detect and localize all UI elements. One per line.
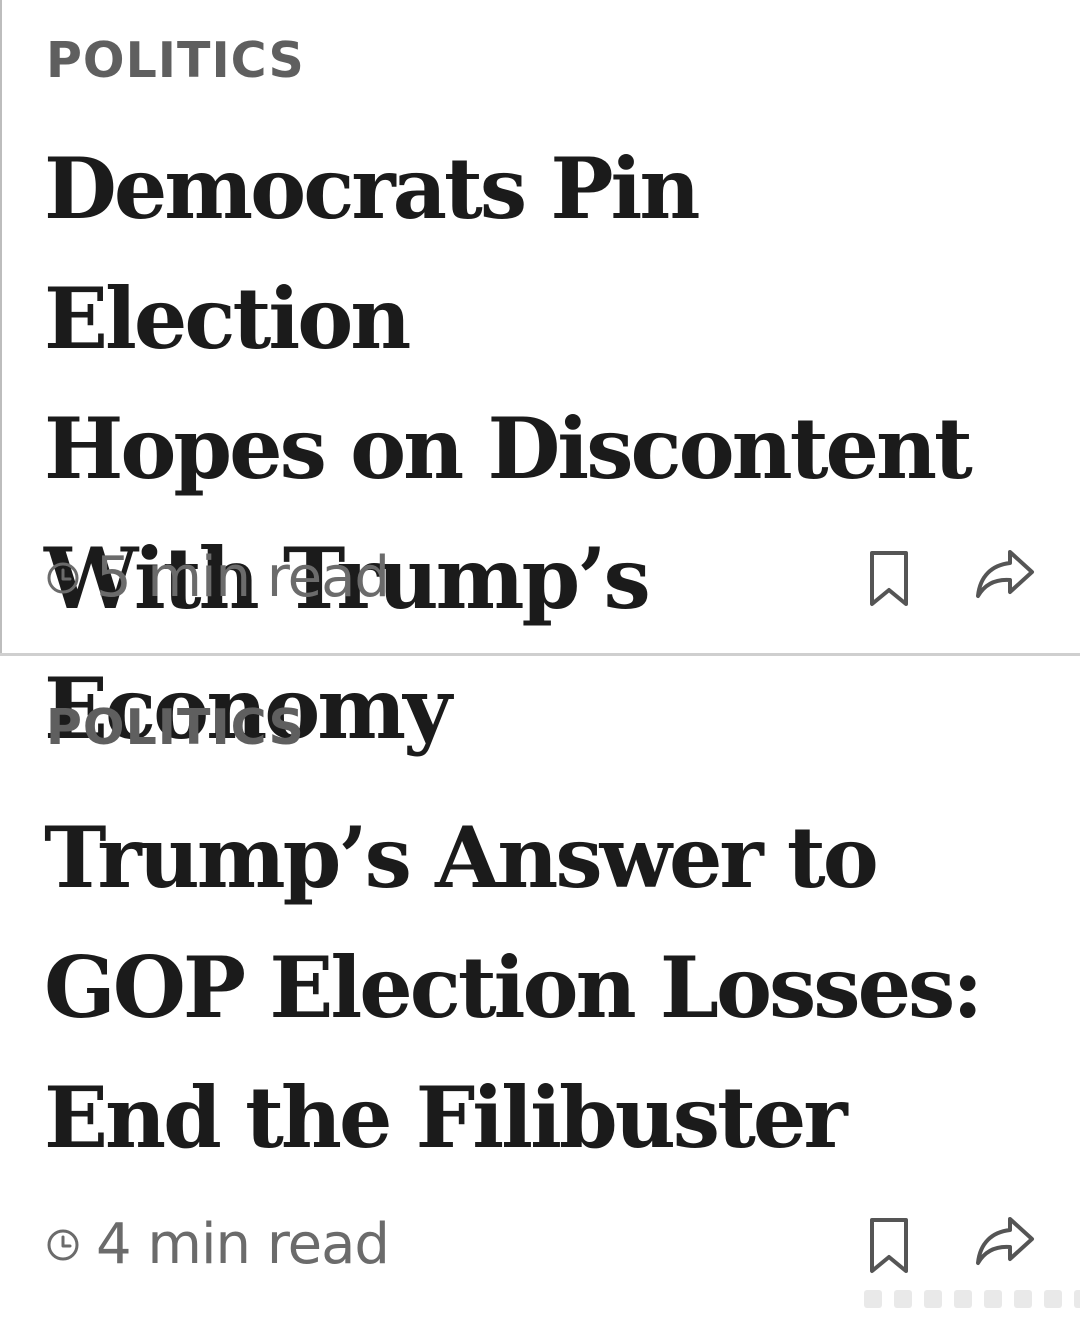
read-time-text: 5 min read xyxy=(96,545,390,610)
watermark xyxy=(864,1290,1080,1308)
bookmark-button[interactable] xyxy=(864,1215,914,1277)
section-label[interactable]: POLITICS xyxy=(46,703,305,752)
headline[interactable]: Trump’s Answer to GOP Election Losses: E… xyxy=(44,793,1054,1183)
watermark-mark xyxy=(864,1290,882,1308)
article-card[interactable]: POLITICS Democrats Pin Election Hopes on… xyxy=(0,0,1080,758)
clock-icon xyxy=(46,1228,80,1262)
clock-icon xyxy=(46,561,80,595)
watermark-mark xyxy=(1074,1290,1080,1308)
share-button[interactable] xyxy=(972,546,1038,602)
headline-line: Hopes on Discontent xyxy=(44,399,973,498)
article-card[interactable]: POLITICS Trump’s Answer to GOP Election … xyxy=(0,657,1080,1318)
article-divider xyxy=(0,653,1080,656)
headline-line: End the Filibuster xyxy=(44,1068,848,1167)
article-meta-row: 5 min read xyxy=(46,542,1036,612)
share-button[interactable] xyxy=(972,1213,1038,1269)
share-icon xyxy=(972,1213,1038,1269)
bookmark-button[interactable] xyxy=(864,548,914,610)
read-time: 4 min read xyxy=(46,1212,390,1277)
headline-line: GOP Election Losses: xyxy=(44,938,983,1037)
article-meta-row: 4 min read xyxy=(46,1209,1036,1279)
watermark-mark xyxy=(984,1290,1002,1308)
headline-line: Democrats Pin Election xyxy=(44,139,701,368)
read-time-text: 4 min read xyxy=(96,1212,390,1277)
bookmark-icon xyxy=(864,548,914,610)
watermark-mark xyxy=(954,1290,972,1308)
watermark-mark xyxy=(1014,1290,1032,1308)
watermark-mark xyxy=(1044,1290,1062,1308)
headline-line: Trump’s Answer to xyxy=(44,808,879,907)
share-icon xyxy=(972,546,1038,602)
bookmark-icon xyxy=(864,1215,914,1277)
read-time: 5 min read xyxy=(46,545,390,610)
watermark-mark xyxy=(924,1290,942,1308)
watermark-mark xyxy=(894,1290,912,1308)
section-label[interactable]: POLITICS xyxy=(46,36,305,85)
